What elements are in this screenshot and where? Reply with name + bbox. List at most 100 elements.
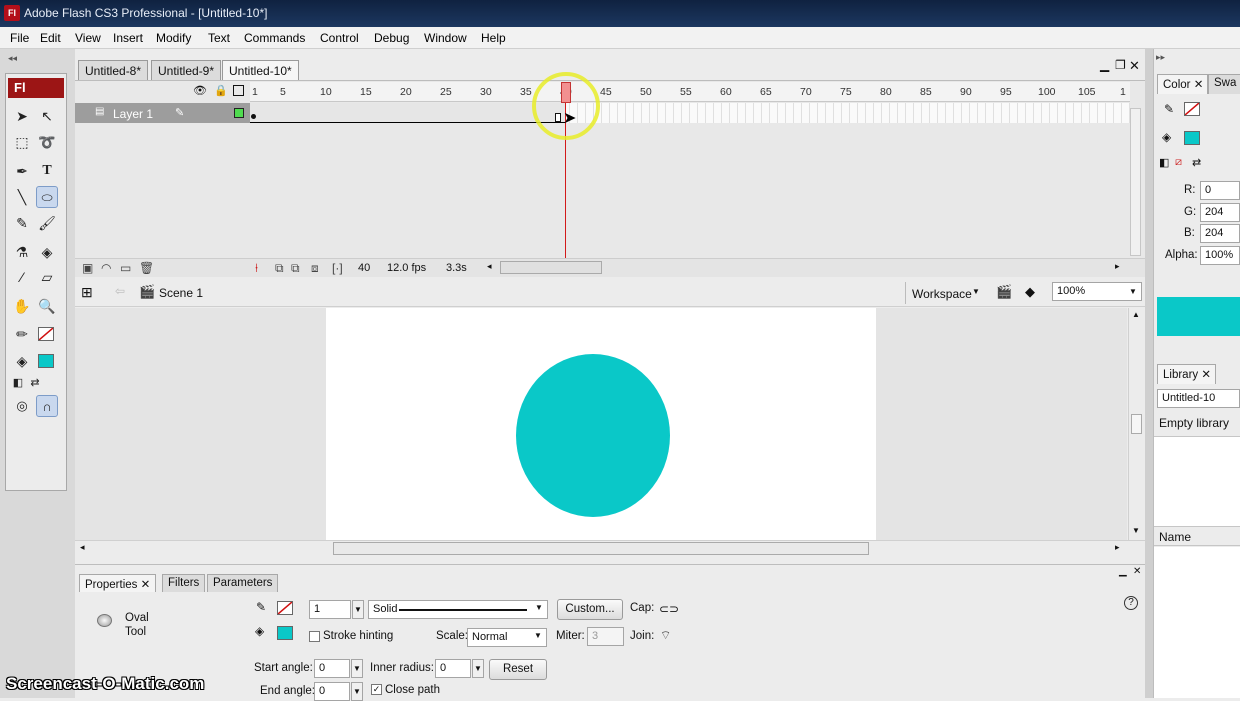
chevron-down-icon[interactable]: ▼ [972,287,980,296]
menu-help[interactable]: Help [481,31,506,45]
modify-markers-icon[interactable]: [·] [332,261,343,275]
red-input[interactable]: 0 [1200,181,1240,200]
stroke-height-chevron-icon[interactable]: ▼ [352,600,364,619]
back-arrow-icon[interactable]: ⇦ [115,284,125,298]
hand-tool-icon[interactable]: ✋ [11,295,33,317]
no-color-icon[interactable]: ⧄ [1175,156,1182,169]
menu-modify[interactable]: Modify [156,31,191,45]
help-icon[interactable]: ? [1124,596,1138,610]
stroke-height-input[interactable]: 1 [309,600,351,619]
hscroll-thumb[interactable] [333,542,869,555]
menu-commands[interactable]: Commands [244,31,305,45]
menu-edit[interactable]: Edit [40,31,61,45]
zoom-chevron-icon[interactable]: ▼ [1129,287,1137,296]
menu-window[interactable]: Window [424,31,467,45]
tab-close-icon[interactable]: ✕ [1201,369,1211,381]
ink-bottle-tool-icon[interactable]: ⚗ [11,241,33,263]
close-path-checkbox[interactable]: ✓ [371,684,382,695]
snap-to-objects-icon[interactable]: ∩ [36,395,58,417]
hscroll-left-icon[interactable]: ◂ [80,542,85,553]
paint-bucket-tool-icon[interactable]: ◈ [36,241,58,263]
restore-icon[interactable]: ❐ [1115,58,1126,72]
menu-view[interactable]: View [75,31,101,45]
add-guide-icon[interactable]: ◠ [101,261,111,275]
text-tool-icon[interactable]: T [36,160,58,182]
reset-button[interactable]: Reset [489,659,547,680]
stroke-color-button[interactable] [277,601,293,615]
onion-outline-icon[interactable]: ⧉ [291,261,300,276]
frame-ruler[interactable]: 1 5 10 15 20 25 30 35 40 45 50 55 60 65 … [250,82,1130,102]
eyedropper-tool-icon[interactable]: ⁄ [11,266,33,288]
stage-hscroll[interactable]: ◂ ▸ [75,540,1145,556]
center-frame-icon[interactable]: ⍿ [255,261,258,276]
tab-untitled-9[interactable]: Untitled-9* [151,60,222,80]
layer-color-box[interactable] [234,108,244,118]
menu-file[interactable]: File [10,31,29,45]
zoom-tool-icon[interactable]: 🔍 [36,295,58,317]
tab-library[interactable]: Library ✕ [1157,364,1216,384]
expand-arrows-icon[interactable]: ▸▸ [1156,52,1165,63]
oval-tool-icon[interactable]: ⬭ [36,186,58,208]
menu-debug[interactable]: Debug [374,31,409,45]
workspace-menu[interactable]: Workspace [912,287,972,301]
color-stroke-swatch[interactable] [1184,102,1200,116]
collapse-arrows-icon[interactable]: ◂◂ [8,53,17,64]
brush-tool-icon[interactable]: 🖌 [36,212,58,234]
insert-layer-icon[interactable]: ▣ [82,261,93,275]
panel-minimize-icon[interactable]: ▁ [1119,566,1127,577]
hscroll-right-icon[interactable]: ▸ [1115,542,1120,553]
color-fill-swatch[interactable] [1184,131,1200,145]
subselection-tool-icon[interactable]: ↖ [36,105,58,127]
menu-text[interactable]: Text [208,31,230,45]
tab-properties[interactable]: Properties ✕ [79,574,157,592]
library-document-select[interactable]: Untitled-10 [1157,389,1240,408]
start-angle-chevron-icon[interactable]: ▼ [351,659,363,678]
pencil-tool-icon[interactable]: ✎ [11,212,33,234]
teal-oval-shape[interactable] [516,354,670,517]
line-tool-icon[interactable]: ╲ [11,186,33,208]
fill-color-icon[interactable]: ◈ [11,350,33,372]
timeline-hscroll-thumb[interactable] [500,261,602,274]
fill-color-button[interactable] [277,626,293,640]
scroll-up-icon[interactable]: ▲ [1132,310,1140,319]
edit-multiple-icon[interactable]: ⧈ [311,261,319,276]
panel-close-icon[interactable]: ✕ [1133,566,1141,577]
edit-scene-icon[interactable]: 🎬 [996,284,1012,300]
miter-input[interactable]: 3 [587,627,624,646]
menu-control[interactable]: Control [320,31,359,45]
tab-close-icon[interactable]: ✕ [1194,79,1204,91]
black-white-icon[interactable]: ◧ [1159,156,1169,169]
vscroll-thumb[interactable] [1131,414,1142,434]
library-name-header[interactable]: Name [1154,526,1240,546]
scroll-down-icon[interactable]: ▼ [1132,526,1140,535]
alpha-input[interactable]: 100% [1200,246,1240,265]
selection-tool-icon[interactable]: ➤ [11,105,33,127]
start-angle-input[interactable]: 0 [314,659,350,678]
end-angle-chevron-icon[interactable]: ▼ [351,682,363,701]
minimize-icon[interactable]: ▁ [1100,58,1109,72]
fill-color-swatch[interactable] [38,354,54,368]
tab-close-icon[interactable]: ✕ [141,579,151,591]
eraser-tool-icon[interactable]: ▱ [36,266,58,288]
inner-radius-input[interactable]: 0 [435,659,471,678]
layer-row[interactable]: ▤ Layer 1 ✎ [75,103,250,123]
tab-parameters[interactable]: Parameters [207,574,279,592]
lasso-tool-icon[interactable]: ➰ [36,131,58,153]
swap-colors-icon[interactable]: ⇄ [24,372,46,394]
inner-radius-chevron-icon[interactable]: ▼ [472,659,484,678]
lock-icon[interactable]: 🔒 [214,84,228,97]
join-style-icon[interactable]: ⌔ [660,628,671,643]
custom-button[interactable]: Custom... [557,599,623,620]
insert-folder-icon[interactable]: ▭ [120,261,131,275]
trash-icon[interactable]: 🗑 [139,261,154,275]
scene-name[interactable]: Scene 1 [159,286,203,300]
stroke-color-icon[interactable]: ✏ [11,323,33,345]
stage-vscroll[interactable]: ▲ ▼ [1128,308,1145,540]
right-dock-handle[interactable] [1145,49,1153,698]
scale-select[interactable]: Normal ▼ [467,628,547,647]
free-transform-tool-icon[interactable]: ⬚ [11,131,33,153]
swap-colors-icon[interactable]: ⇄ [1192,156,1201,169]
outline-icon[interactable] [233,85,244,96]
edit-symbols-icon[interactable]: ◆ [1025,284,1035,300]
green-input[interactable]: 204 [1200,203,1240,222]
